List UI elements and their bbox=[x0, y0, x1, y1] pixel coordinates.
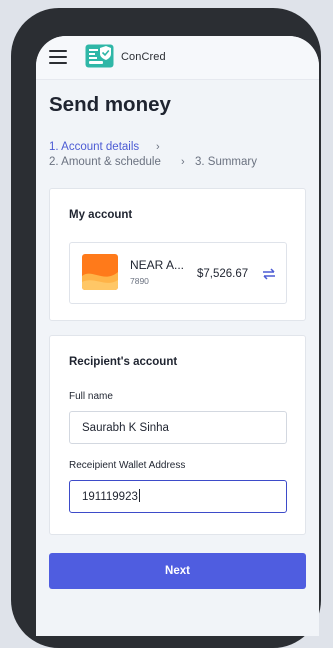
top-bar: ConCred bbox=[36, 36, 319, 80]
chevron-right-icon: › bbox=[156, 141, 160, 153]
page-title: Send money bbox=[49, 93, 171, 116]
account-balance: $7,526.67 bbox=[197, 268, 249, 280]
recipient-card: Recipient's account Full name Saurabh K … bbox=[49, 335, 306, 535]
logo-icon bbox=[85, 44, 114, 68]
next-button[interactable]: Next bbox=[49, 553, 306, 589]
text-caret bbox=[138, 489, 140, 502]
my-account-card: My account NEAR A... 7890 $7,526.67 bbox=[49, 188, 306, 321]
app-screen: ConCred Send money 1. Account details › … bbox=[36, 36, 319, 636]
brand-name: ConCred bbox=[121, 51, 166, 63]
wallet-address-input[interactable]: 191119923 bbox=[69, 480, 287, 513]
step-amount-schedule[interactable]: 2. Amount & schedule bbox=[49, 156, 161, 168]
phone-frame: ConCred Send money 1. Account details › … bbox=[11, 8, 321, 648]
recipient-heading: Recipient's account bbox=[69, 356, 178, 368]
chevron-right-icon: › bbox=[181, 156, 185, 168]
wallet-address-value: 191119923 bbox=[82, 491, 138, 503]
account-selector[interactable]: NEAR A... 7890 $7,526.67 bbox=[69, 242, 287, 304]
wallet-address-label: Receipient Wallet Address bbox=[69, 460, 186, 471]
step-account-details[interactable]: 1. Account details bbox=[49, 141, 139, 153]
full-name-value: Saurabh K Sinha bbox=[82, 422, 169, 434]
menu-icon[interactable] bbox=[49, 50, 67, 64]
account-thumbnail bbox=[82, 254, 118, 290]
account-number: 7890 bbox=[130, 276, 149, 286]
step-summary[interactable]: 3. Summary bbox=[195, 156, 257, 168]
account-name: NEAR A... bbox=[130, 258, 185, 272]
full-name-input[interactable]: Saurabh K Sinha bbox=[69, 411, 287, 444]
swap-icon[interactable] bbox=[262, 268, 276, 280]
my-account-heading: My account bbox=[69, 209, 133, 221]
full-name-label: Full name bbox=[69, 391, 113, 402]
